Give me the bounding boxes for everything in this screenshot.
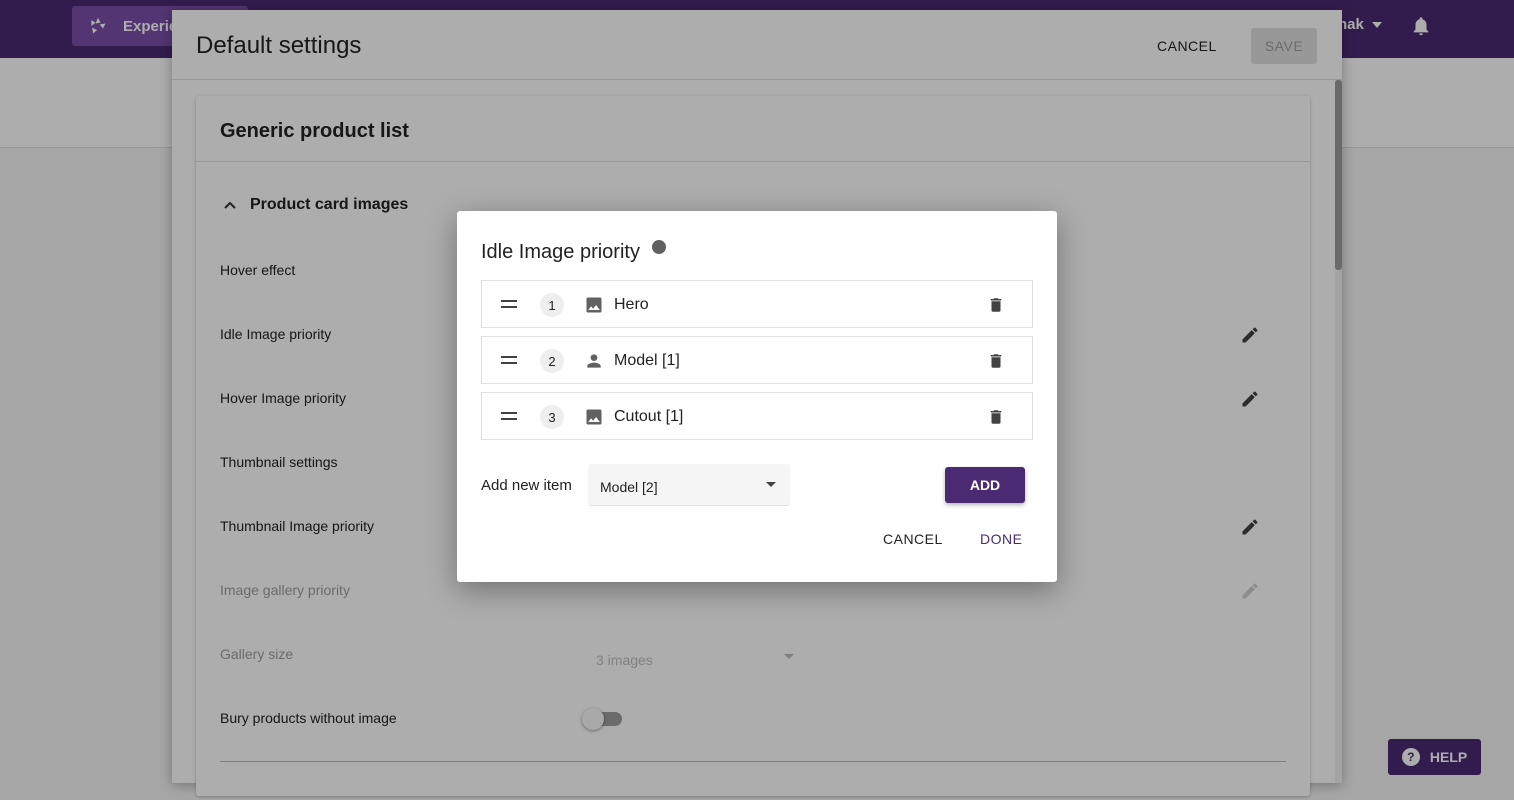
drag-handle-icon[interactable] (501, 300, 517, 310)
priority-list-item[interactable]: 3 Cutout [1] (481, 392, 1033, 440)
image-icon (586, 297, 602, 313)
add-item-select[interactable]: Model [2] (588, 464, 790, 506)
dialog-done-button[interactable]: DONE (980, 531, 1022, 547)
idle-image-priority-dialog: Idle Image priority 1 Hero 2 Model [1] 3… (457, 211, 1057, 582)
priority-item-label: Cutout [1] (614, 408, 684, 425)
delete-icon[interactable] (987, 295, 1005, 315)
priority-list-item[interactable]: 1 Hero (481, 280, 1033, 328)
drag-handle-icon[interactable] (501, 412, 517, 422)
priority-number: 1 (540, 293, 564, 317)
image-icon (586, 409, 602, 425)
dialog-title: Idle Image priority (481, 241, 640, 263)
add-item-select-value: Model [2] (600, 479, 658, 495)
delete-icon[interactable] (987, 351, 1005, 371)
dropdown-arrow-icon (766, 482, 776, 487)
add-new-item-label: Add new item (481, 477, 572, 494)
dialog-cancel-button[interactable]: CANCEL (883, 531, 943, 547)
info-icon[interactable] (652, 240, 666, 254)
priority-number: 2 (540, 349, 564, 373)
priority-item-label: Hero (614, 296, 649, 313)
drag-handle-icon[interactable] (501, 356, 517, 366)
priority-number: 3 (540, 405, 564, 429)
delete-icon[interactable] (987, 407, 1005, 427)
priority-item-label: Model [1] (614, 352, 680, 369)
priority-list-item[interactable]: 2 Model [1] (481, 336, 1033, 384)
person-icon (587, 354, 601, 368)
add-button[interactable]: ADD (945, 467, 1025, 503)
